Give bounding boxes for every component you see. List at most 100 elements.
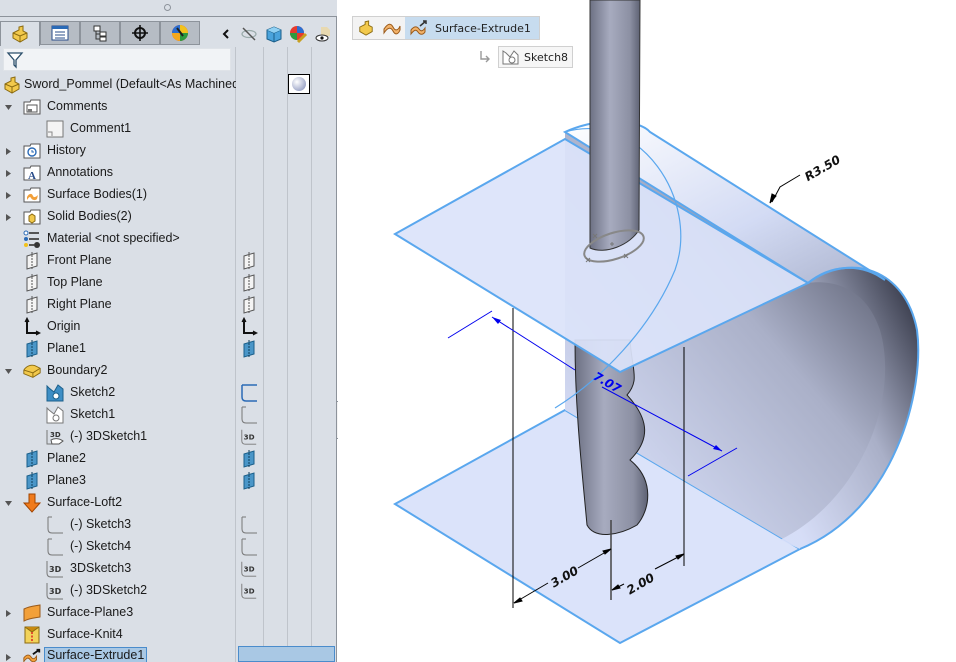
expand-caret-right-icon[interactable] — [4, 169, 13, 178]
svg-text:3D: 3D — [244, 433, 255, 442]
tree-filter-input[interactable] — [3, 48, 231, 71]
tree-item-label: Plane2 — [47, 451, 86, 465]
tree-item-label: Sketch1 — [70, 407, 116, 421]
breadcrumb-surface-extrude[interactable]: Surface-Extrude1 — [405, 17, 539, 39]
tree-item[interactable]: History — [0, 140, 337, 162]
tree-item[interactable]: Comments — [0, 96, 337, 118]
expand-caret-down-icon[interactable] — [4, 103, 13, 112]
tree-item[interactable]: 3D (-) 3DSketch1 3D — [0, 426, 337, 448]
sketch-corner-icon — [45, 515, 65, 535]
sketch-icon — [240, 515, 258, 535]
expand-caret-right-icon[interactable] — [4, 191, 13, 200]
sketch-icon — [240, 405, 258, 425]
tree-item-label: Top Plane — [47, 275, 103, 289]
tree-item[interactable]: Surface-Loft2 — [0, 492, 337, 514]
tree-item[interactable]: Material <not specified> — [0, 228, 337, 250]
breadcrumb-sketch8[interactable]: Sketch8 — [498, 46, 574, 68]
history-folder-icon — [22, 141, 42, 161]
breadcrumb-active-label: Surface-Extrude1 — [435, 21, 531, 35]
graphics-viewport[interactable]: 7.07 3.00 2.00 R3.50 Surface-Extrude1 Sk… — [338, 0, 956, 662]
filter-funnel-icon — [6, 52, 24, 69]
surface-plane-icon — [22, 603, 42, 623]
plane-icon — [240, 273, 258, 293]
tree-item-label: (-) Sketch4 — [70, 539, 132, 553]
heads-up-toolbar-clipped[interactable] — [778, 0, 956, 4]
expand-caret-right-icon[interactable] — [4, 213, 13, 222]
plane-icon — [22, 273, 42, 293]
tree-item[interactable]: 3D (-) 3DSketch2 3D — [0, 580, 337, 602]
plane-icon — [22, 251, 42, 271]
radius-dimension[interactable] — [769, 174, 801, 204]
breadcrumb-part[interactable] — [353, 17, 379, 39]
selected-row-columns — [238, 646, 335, 662]
expand-caret-right-icon[interactable] — [4, 609, 13, 618]
tree-item[interactable]: Right Plane — [0, 294, 337, 316]
tree-item[interactable]: Surface-Knit4 — [0, 624, 337, 646]
tree-item[interactable]: Plane1 — [0, 338, 337, 360]
tree-item[interactable]: Surface Bodies(1) — [0, 184, 337, 206]
tree-item-label: Front Plane — [47, 253, 112, 267]
tree-item[interactable]: Origin — [0, 316, 337, 338]
tab-configurationmanager[interactable] — [80, 21, 120, 45]
sketch-icon — [240, 383, 258, 403]
surface-bodies-folder-icon — [22, 185, 42, 205]
panel-grip-bar[interactable] — [0, 0, 337, 17]
tree-item-label: Comments — [47, 99, 108, 113]
tree-item[interactable]: A Annotations — [0, 162, 337, 184]
tree-root-part[interactable]: Sword_Pommel (Default<As Machined> — [0, 74, 337, 96]
tab-dimxpertmanager[interactable] — [120, 21, 160, 45]
hide-show-icon[interactable] — [238, 23, 260, 45]
tree-item[interactable]: Top Plane — [0, 272, 337, 294]
tab-displaymanager[interactable] — [160, 21, 200, 45]
part-icon — [359, 20, 373, 36]
tree-item[interactable]: Solid Bodies(2) — [0, 206, 337, 228]
3dsketch-icon: 3D — [240, 559, 258, 579]
tree-item[interactable]: Sketch1 — [0, 404, 337, 426]
edit-appearance-icon[interactable] — [287, 23, 309, 45]
annotations-folder-icon: A — [22, 163, 42, 183]
tree-item[interactable]: (-) Sketch4 — [0, 536, 337, 558]
tree-item[interactable]: (-) Sketch3 — [0, 514, 337, 536]
tree-item-label: Surface Bodies(1) — [47, 187, 148, 201]
breadcrumb-child: Sketch8 — [478, 46, 574, 68]
chevron-left-icon[interactable] — [215, 23, 237, 45]
expand-caret-right-icon[interactable] — [4, 653, 13, 662]
ref-plane-icon — [22, 339, 42, 359]
tree-item[interactable]: Front Plane — [0, 250, 337, 272]
tree-item[interactable]: Comment1 — [0, 118, 337, 140]
tree-item[interactable]: Plane2 — [0, 448, 337, 470]
plane-icon — [22, 295, 42, 315]
3dsketch-icon: 3D — [45, 581, 65, 601]
tree-item[interactable]: Surface-Plane3 — [0, 602, 337, 624]
tree-item-label: History — [47, 143, 86, 157]
expand-caret-right-icon[interactable] — [4, 147, 13, 156]
radius-dimension-label[interactable]: R3.50 — [802, 152, 843, 184]
3dsketch-icon: 3D — [240, 427, 258, 447]
tree-item[interactable]: 3D 3DSketch3 3D — [0, 558, 337, 580]
tree-item-label: (-) Sketch3 — [70, 517, 132, 531]
tree-item[interactable]: Boundary2 — [0, 360, 337, 382]
display-style-cube-icon[interactable] — [263, 23, 285, 45]
tree-item-label: Surface-Knit4 — [47, 627, 123, 641]
model-scene[interactable]: 7.07 3.00 2.00 R3.50 — [338, 0, 956, 662]
boundary-feature-icon — [22, 361, 42, 381]
tree-item-label: Surface-Loft2 — [47, 495, 123, 509]
breadcrumb-surface-body[interactable] — [379, 17, 405, 39]
3dsketch-icon: 3D — [45, 559, 65, 579]
tab-propertymanager[interactable] — [40, 21, 80, 45]
surface-knit-icon — [22, 625, 42, 645]
tree-item[interactable]: Sketch2 — [0, 382, 337, 404]
3dsketch-hand-icon: 3D — [45, 427, 65, 447]
solidworks-window: Sword_Pommel (Default<As Machined> Comme… — [0, 0, 956, 662]
appearance-swatch[interactable] — [288, 74, 310, 94]
svg-text:3D: 3D — [244, 587, 255, 596]
feature-manager-panel: Sword_Pommel (Default<As Machined> Comme… — [0, 0, 337, 662]
tree-item[interactable]: Plane3 — [0, 470, 337, 492]
expand-caret-down-icon[interactable] — [4, 367, 13, 376]
view-settings-icon[interactable] — [312, 23, 334, 45]
svg-text:3D: 3D — [49, 587, 62, 596]
expand-caret-down-icon[interactable] — [4, 499, 13, 508]
plane-icon — [240, 251, 258, 271]
tab-featuremanager[interactable] — [0, 21, 40, 46]
ref-plane-icon — [22, 449, 42, 469]
